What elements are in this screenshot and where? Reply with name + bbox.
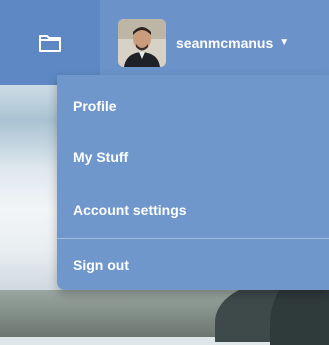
user-dropdown-menu: Profile My Stuff Account settings Sign o… — [57, 75, 329, 290]
avatar — [118, 18, 166, 67]
folder-button[interactable] — [0, 0, 100, 85]
menu-item-profile[interactable]: Profile — [57, 82, 329, 130]
chevron-down-icon: ▼ — [279, 37, 290, 48]
menu-divider — [57, 238, 329, 239]
menu-item-sign-out[interactable]: Sign out — [57, 241, 329, 289]
menu-item-account-settings[interactable]: Account settings — [57, 186, 329, 234]
folder-icon — [38, 33, 62, 53]
top-bar: seanmcmanus ▼ — [0, 0, 329, 85]
user-menu-button[interactable]: seanmcmanus ▼ — [100, 0, 329, 85]
username-label: seanmcmanus — [176, 34, 274, 51]
menu-item-my-stuff[interactable]: My Stuff — [57, 133, 329, 181]
